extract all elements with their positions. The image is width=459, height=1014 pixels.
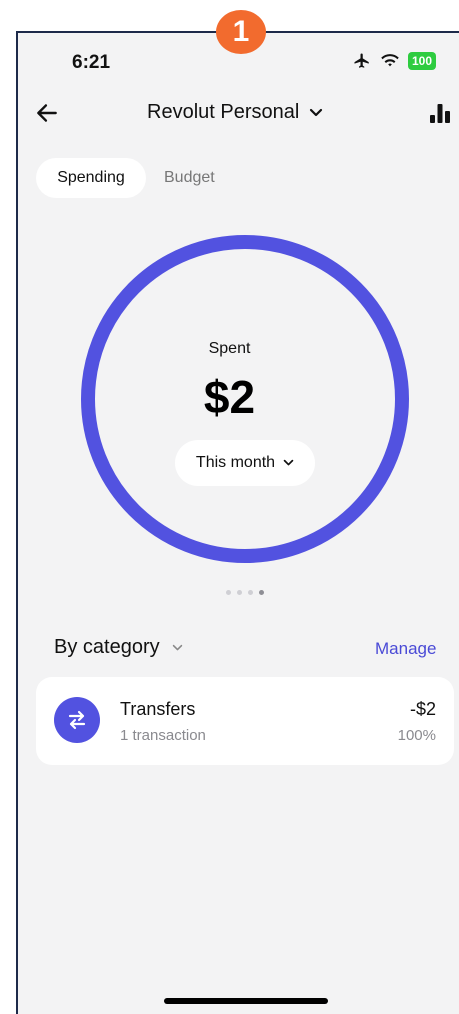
manage-link[interactable]: Manage — [375, 639, 436, 659]
carousel-dot — [226, 590, 231, 595]
category-name: Transfers — [120, 699, 196, 719]
period-label: This month — [195, 454, 276, 471]
carousel-dot — [237, 590, 242, 595]
category-amount: -$2 — [409, 699, 436, 719]
battery-indicator: 100 — [408, 52, 437, 70]
category-percent: 100% — [397, 727, 436, 744]
airplane-icon — [354, 53, 369, 68]
home-indicator[interactable] — [164, 998, 328, 1004]
status-time: 6:21 — [72, 52, 111, 73]
category-transaction-count: 1 transaction — [120, 727, 206, 744]
spent-label: Spent — [208, 340, 251, 357]
analytics-icon[interactable] — [428, 101, 452, 125]
chevron-down-icon — [172, 644, 182, 650]
period-selector[interactable]: This month — [175, 440, 315, 486]
spent-amount: $2 — [203, 371, 256, 423]
chevron-down-icon — [283, 459, 294, 466]
carousel-dot-active — [259, 590, 264, 595]
tab-spending[interactable]: Spending — [36, 158, 146, 198]
chevron-down-icon — [310, 108, 323, 116]
account-switcher[interactable]: Revolut Personal — [147, 101, 323, 124]
category-filter[interactable]: By category — [54, 636, 183, 659]
category-row[interactable]: Transfers 1 transaction -$2 100% — [36, 677, 454, 765]
carousel-indicator — [226, 590, 264, 595]
status-icons: 100 — [352, 52, 437, 70]
tab-budget[interactable]: Budget — [164, 158, 215, 198]
account-name: Revolut Personal — [147, 101, 300, 123]
transfer-arrows-icon — [54, 697, 100, 743]
section-title: By category — [54, 636, 160, 658]
back-arrow-icon[interactable] — [34, 100, 60, 126]
carousel-dot — [248, 590, 253, 595]
transfer-arrows-glyph — [68, 710, 86, 730]
wifi-icon — [381, 54, 399, 67]
step-number-badge: 1 — [216, 10, 266, 54]
